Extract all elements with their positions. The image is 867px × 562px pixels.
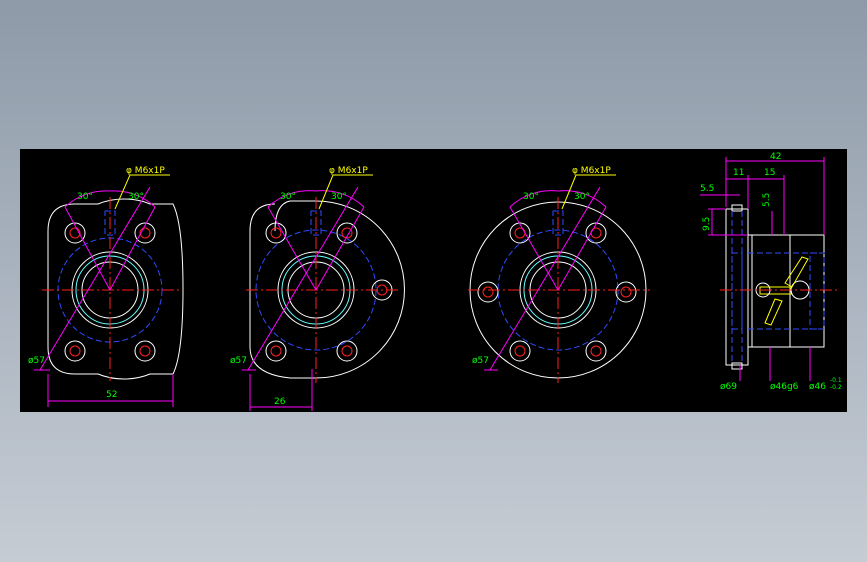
angle-left-label: 30° (280, 192, 296, 202)
view-front-two-flats: φ M6x1P 30° 30° ø57 52 (28, 166, 184, 407)
dia-tolerance-label: ø46 (809, 382, 826, 392)
width-label: 26 (274, 397, 286, 407)
dim-15-label: 15 (764, 168, 775, 178)
overall-length-label: 42 (770, 152, 781, 162)
dim-9-5-label: 9.5 (702, 217, 712, 231)
dim-11-label: 11 (733, 168, 744, 178)
angle-left-label: 30° (77, 192, 93, 202)
thread-label: φ M6x1P (126, 166, 165, 176)
view-front-round: φ M6x1P 30° 30° ø57 (468, 166, 650, 383)
angle-right-label: 30° (331, 192, 347, 202)
diameter-label: ø57 (230, 356, 247, 366)
angle-left-label: 30° (523, 192, 539, 202)
dia-tolerance-lower: -0.2 (830, 384, 842, 391)
angle-right-label: 30° (574, 192, 590, 202)
dia-tolerance-upper: -0.1 (830, 377, 842, 384)
diameter-label: ø57 (28, 356, 45, 366)
view-side: 42 11 15 5.5 5.5 9.5 ø69 ø46g6 ø46 -0.1 … (700, 152, 842, 392)
thread-label: φ M6x1P (329, 166, 368, 176)
thread-label: φ M6x1P (572, 166, 611, 176)
diameter-label: ø57 (472, 356, 489, 366)
angle-right-label: 30° (128, 192, 144, 202)
dim-5-5-top-label: 5.5 (700, 184, 714, 194)
dia-flange-label: ø69 (720, 382, 737, 392)
view-front-one-flat: φ M6x1P 30° 30° ø57 26 (230, 166, 405, 411)
width-label: 52 (106, 390, 117, 400)
dim-5-5-side-label: 5.5 (762, 193, 772, 207)
cad-drawing: φ M6x1P 30° 30° ø57 52 φ M6x1P 30° 30° ø… (28, 152, 842, 411)
cad-viewport[interactable]: φ M6x1P 30° 30° ø57 52 φ M6x1P 30° 30° ø… (20, 149, 847, 412)
dia-body-label: ø46g6 (770, 382, 799, 392)
